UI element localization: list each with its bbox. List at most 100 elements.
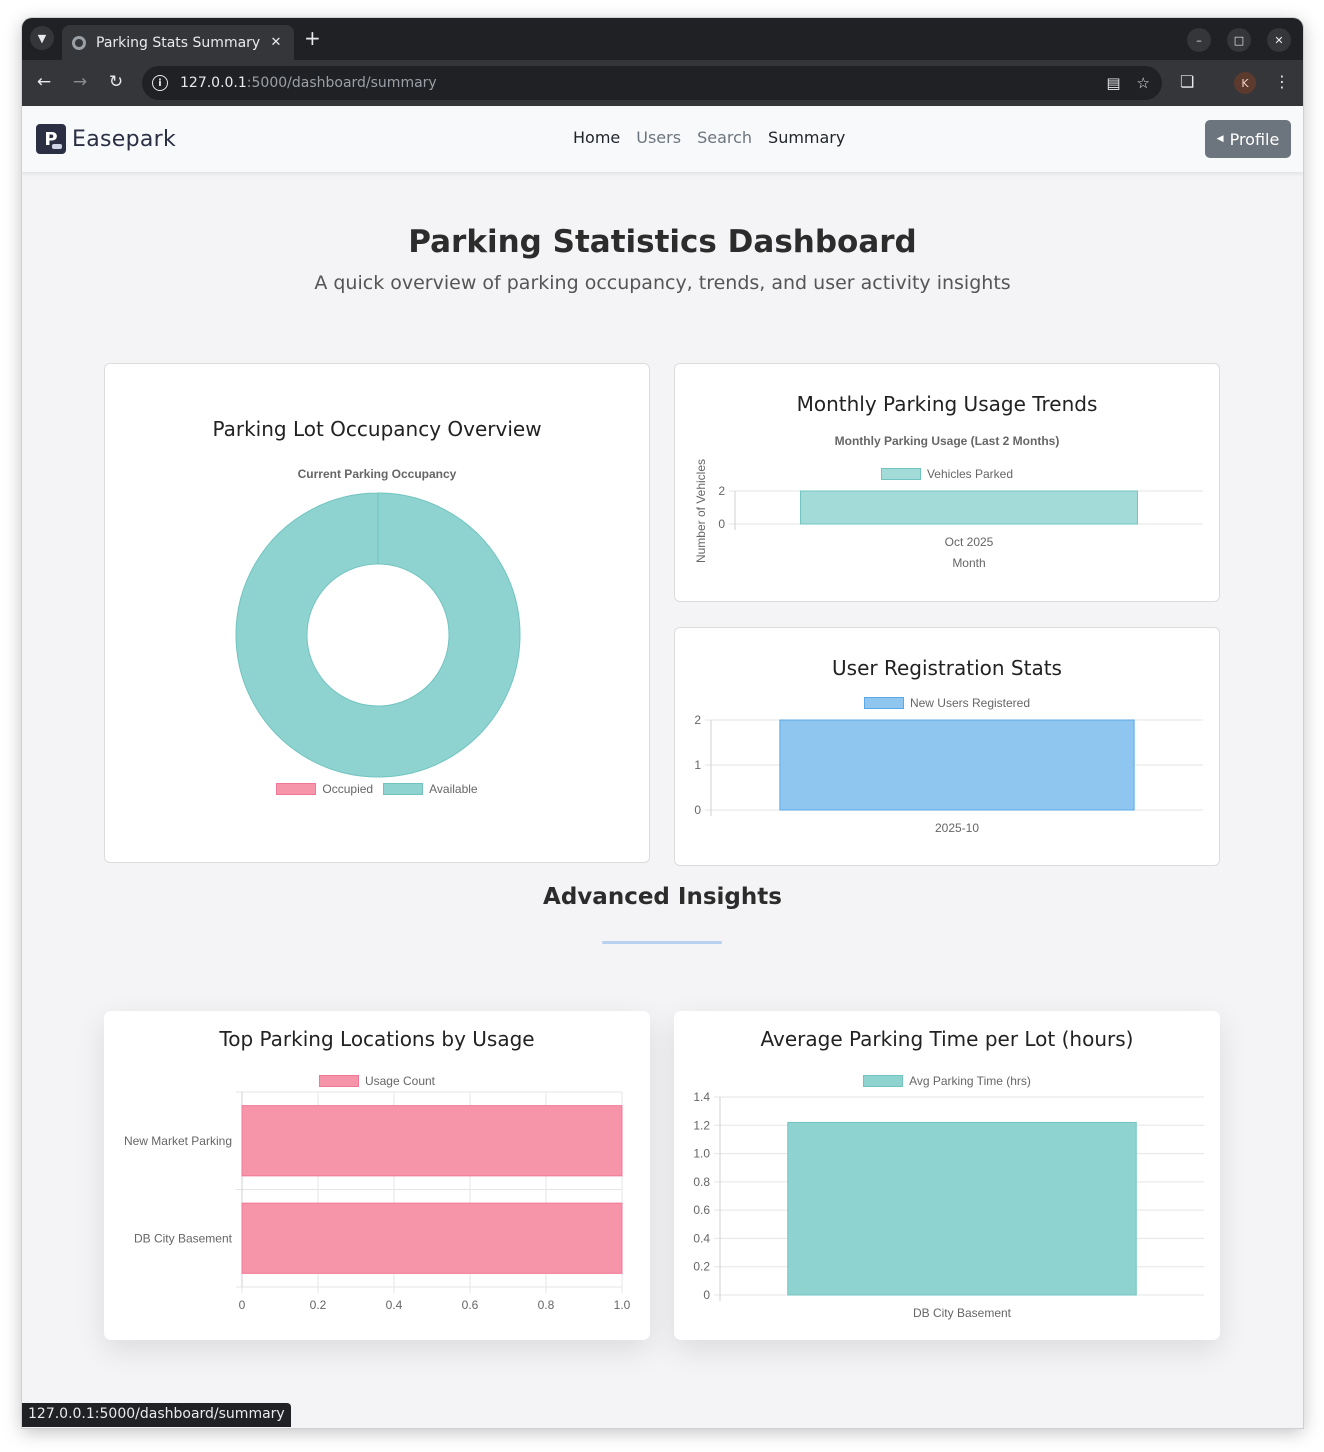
legend-label-usage: Usage Count (364, 1074, 436, 1088)
legend-swatch-new-users (863, 697, 904, 709)
bar-db-city-basement (241, 1202, 623, 1274)
back-arrow-icon[interactable]: ← (34, 72, 54, 92)
brand[interactable]: P Easepark (36, 124, 176, 154)
avg-time-card-title: Average Parking Time per Lot (hours) (760, 1027, 1134, 1051)
card-payment-icon[interactable]: ▤ (1106, 74, 1120, 92)
monthly-chart-title: Monthly Parking Usage (Last 2 Months) (834, 434, 1060, 448)
occupancy-card-title: Parking Lot Occupancy Overview (212, 417, 542, 441)
x-tick-label: 0.2 (310, 1298, 327, 1312)
page-title: Parking Statistics Dashboard (408, 224, 917, 260)
avg-time-card: Average Parking Time per Lot (hours) Avg… (674, 1011, 1220, 1340)
x-tick-label: 0.4 (386, 1298, 403, 1312)
y-tick-label: 2 (718, 484, 725, 498)
nav-link-search[interactable]: Search (697, 128, 752, 147)
x-tick-label: 0.8 (538, 1298, 555, 1312)
advanced-insights-title: Advanced Insights (543, 884, 782, 910)
donut-slice-available (235, 492, 521, 778)
occupancy-donut-chart[interactable] (105, 489, 651, 789)
monthly-card-title: Monthly Parking Usage Trends (796, 392, 1098, 416)
legend-usage-count[interactable]: Usage Count (318, 1074, 436, 1088)
y-tick-label: 1.4 (693, 1091, 710, 1104)
profile-button[interactable]: ◀ Profile (1205, 120, 1291, 158)
legend-occupied[interactable]: Occupied (276, 782, 373, 796)
top-locations-card-title: Top Parking Locations by Usage (219, 1027, 535, 1051)
legend-swatch-avg-time (863, 1075, 904, 1087)
globe-icon (72, 35, 86, 50)
nav-links: Home Users Search Summary (573, 128, 845, 147)
site-info-icon[interactable]: i (152, 75, 168, 91)
y-tick-label: 2 (694, 713, 701, 727)
new-tab-plus-icon[interactable]: + (304, 28, 321, 48)
address-bar[interactable]: i 127.0.0.1 :5000/dashboard/summary ▤ ☆ (142, 66, 1162, 100)
monthly-usage-card: Monthly Parking Usage Trends Monthly Par… (674, 363, 1220, 602)
y-tick-label: 0.2 (693, 1260, 710, 1274)
nav-link-users[interactable]: Users (636, 128, 681, 147)
legend-available[interactable]: Available (383, 782, 478, 796)
profile-label: Profile (1229, 129, 1280, 149)
bar-db-city-basement (787, 1121, 1137, 1296)
url-path: :5000/dashboard/summary (246, 75, 437, 91)
extensions-puzzle-icon[interactable]: ❏ (1180, 72, 1194, 91)
y-tick-label: New Market Parking (124, 1134, 232, 1148)
x-tick-label: DB City Basement (913, 1306, 1012, 1320)
bar-oct-2025 (800, 490, 1138, 525)
reload-icon[interactable]: ↻ (106, 72, 126, 92)
x-tick-label: 1.0 (614, 1298, 631, 1312)
y-axis-label: Number of Vehicles (694, 459, 708, 563)
legend-label-avg-time: Avg Parking Time (hrs) (909, 1074, 1031, 1088)
forward-arrow-icon[interactable]: → (70, 72, 90, 92)
registration-card-title: User Registration Stats (832, 656, 1062, 680)
kebab-menu-icon[interactable]: ⋮ (1274, 72, 1290, 91)
y-tick-label: DB City Basement (134, 1231, 233, 1245)
top-locations-hbar-chart[interactable]: 0 0.2 0.4 0.6 0.8 1.0 New Market Parking DB Cit… (104, 1091, 650, 1331)
y-tick-label: 0.6 (693, 1203, 710, 1217)
y-tick-label: 1.2 (693, 1118, 710, 1132)
y-tick-label: 0.4 (693, 1231, 710, 1245)
legend-new-users[interactable]: New Users Registered (863, 696, 1030, 710)
x-tick-label: 2025-10 (935, 821, 979, 835)
avg-time-legend: Avg Parking Time (hrs) (674, 1074, 1220, 1088)
y-tick-label: 0 (703, 1288, 710, 1302)
window-close-icon[interactable]: ✕ (1267, 28, 1291, 52)
registration-card: User Registration Stats New Users Regist… (674, 627, 1220, 866)
y-tick-label: 0 (694, 803, 701, 817)
tab-close-icon[interactable]: ✕ (268, 35, 284, 50)
bookmark-star-icon[interactable]: ☆ (1137, 74, 1150, 92)
page-subtitle: A quick overview of parking occupancy, t… (314, 272, 1011, 294)
legend-avg-time[interactable]: Avg Parking Time (hrs) (863, 1074, 1031, 1088)
legend-swatch-occupied (276, 783, 317, 795)
nav-link-home[interactable]: Home (573, 128, 620, 147)
x-tick-label: Oct 2025 (945, 535, 994, 549)
tab-search-chevron-icon[interactable]: ▼ (30, 26, 54, 50)
occupancy-chart-title: Current Parking Occupancy (297, 467, 457, 481)
maximize-icon[interactable]: □ (1227, 28, 1251, 52)
legend-label-occupied: Occupied (322, 782, 374, 796)
y-tick-label: 0.8 (693, 1175, 710, 1189)
caret-left-icon: ◀ (1216, 134, 1224, 144)
x-tick-label: 0 (239, 1298, 246, 1312)
minimize-icon[interactable]: – (1187, 28, 1211, 52)
x-axis-label: Month (952, 556, 985, 569)
monthly-bar-chart[interactable]: 0 2 Oct 2025 Month Number of Vehicles (675, 449, 1221, 569)
legend-swatch-usage (318, 1075, 359, 1087)
y-tick-label: 0 (718, 517, 725, 531)
profile-avatar[interactable]: K (1234, 72, 1256, 94)
site-navbar: P Easepark Home Users Search Summary ◀ P… (22, 106, 1303, 172)
nav-link-summary[interactable]: Summary (768, 128, 845, 147)
registration-legend: New Users Registered (675, 696, 1219, 710)
registration-bar-chart[interactable]: 0 1 2 2025-10 (675, 710, 1221, 850)
x-tick-label: 0.6 (462, 1298, 479, 1312)
legend-label-available: Available (429, 782, 478, 796)
browser-toolbar: ← → ↻ i 127.0.0.1 :5000/dashboard/summar… (22, 60, 1303, 106)
y-tick-label: 1.0 (693, 1147, 710, 1161)
browser-window: ▼ Parking Stats Summary ✕ + – □ ✕ ← → ↻ … (22, 18, 1303, 1428)
parking-logo-icon: P (36, 124, 66, 154)
active-tab[interactable]: Parking Stats Summary ✕ (62, 25, 294, 60)
avg-time-bar-chart[interactable]: 0 0.2 0.4 0.6 0.8 1.0 1.2 1.4 DB City Basement (674, 1091, 1220, 1331)
advanced-insights-underline (602, 941, 722, 944)
status-bar-url: 127.0.0.1:5000/dashboard/summary (22, 1403, 291, 1427)
url-host: 127.0.0.1 (180, 75, 247, 91)
bar-new-market-parking (241, 1105, 623, 1177)
top-locations-card: Top Parking Locations by Usage Usage Cou… (104, 1011, 650, 1340)
occupancy-legend: Occupied Available (105, 782, 649, 796)
